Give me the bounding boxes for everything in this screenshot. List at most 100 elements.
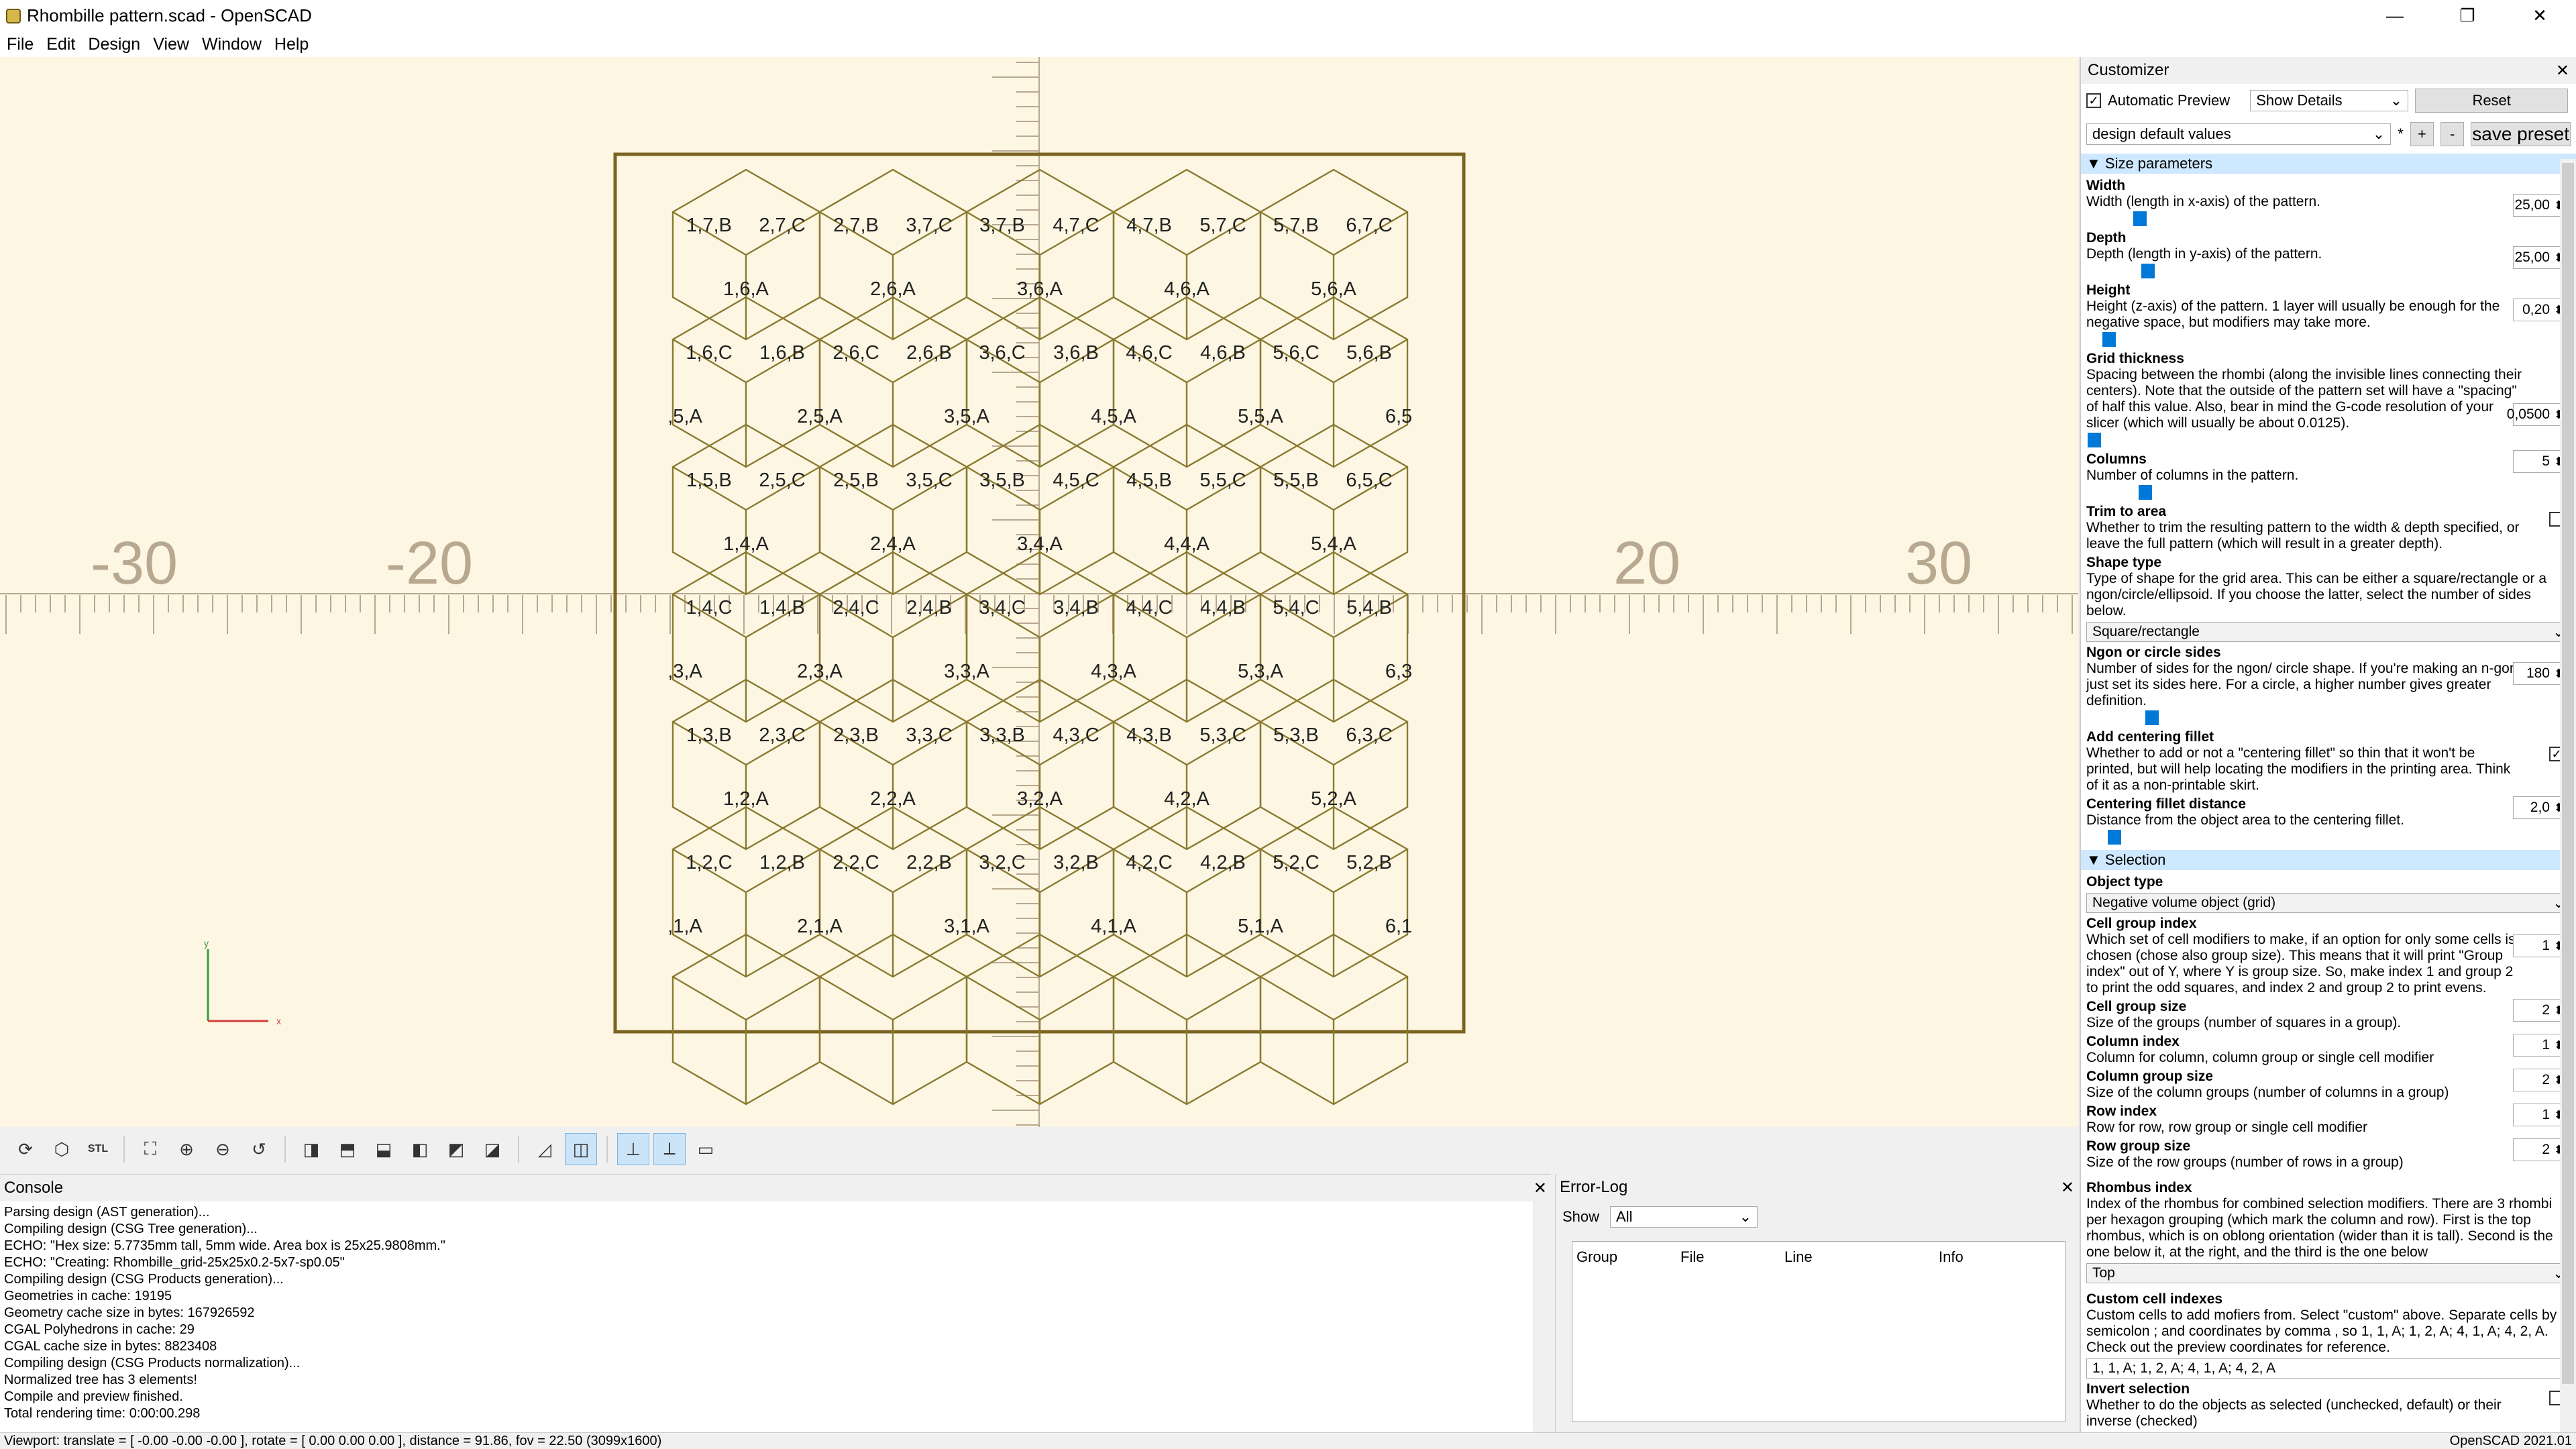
console-output[interactable]: Parsing design (AST generation)... Compil…	[0, 1201, 1533, 1432]
details-value: Show Details	[2256, 92, 2343, 109]
view-back-icon[interactable]: ◪	[476, 1133, 508, 1165]
show-edges-icon[interactable]: ▭	[690, 1133, 722, 1165]
menu-help[interactable]: Help	[270, 35, 317, 54]
custom-cells-input[interactable]: 1, 1, A; 1, 2, A; 4, 1, A; 4, 2, A	[2086, 1358, 2571, 1379]
menu-design[interactable]: Design	[84, 35, 149, 54]
menu-window[interactable]: Window	[198, 35, 270, 54]
rhombus-edge	[819, 975, 894, 1021]
console-scrollbar[interactable]	[1534, 1201, 1551, 1433]
rhombus-edge	[1260, 975, 1334, 1021]
fillet-distance-spinbox[interactable]: 2,0	[2513, 796, 2567, 819]
rhombus-edge	[672, 975, 747, 1021]
customizer-scrollbar[interactable]	[2560, 159, 2576, 1432]
cell-coordinate-label: 2,2,A	[870, 788, 916, 810]
view-all-icon[interactable]: ⛶	[134, 1133, 166, 1165]
grid-slider-handle[interactable]	[2088, 433, 2101, 447]
cell-group-size-spinbox[interactable]: 2	[2513, 999, 2567, 1022]
save-preset-button[interactable]: save preset	[2471, 122, 2571, 146]
depth-spinbox[interactable]: 25,00	[2513, 246, 2567, 269]
col-file[interactable]: File	[1680, 1248, 1784, 1266]
menu-view[interactable]: View	[149, 35, 198, 54]
cell-coordinate-label: 4,3,B	[1126, 724, 1172, 746]
cell-coordinate-label: 2,2,B	[906, 852, 952, 873]
add-preset-button[interactable]: +	[2410, 122, 2434, 146]
section-selection[interactable]: ▼ Selection	[2081, 850, 2576, 870]
details-select[interactable]: Show Details ⌄	[2250, 90, 2409, 111]
console-line: Total rendering time: 0:00:00.298	[4, 1406, 201, 1421]
grid-spinbox[interactable]: 0,0500	[2507, 403, 2567, 426]
menu-file[interactable]: File	[3, 35, 42, 54]
object-type-combobox[interactable]: Negative volume object (grid) ⌄	[2086, 893, 2571, 913]
remove-preset-button[interactable]: -	[2440, 122, 2465, 146]
console-line: Normalized tree has 3 elements!	[4, 1373, 197, 1387]
viewport-canvas[interactable]: -30 -20 20 30 1,7,B 2,7,C 2,7,B 3,7,C 3,7,B 4,7,…	[0, 57, 2078, 1127]
cell-coordinate-label: 5,3,B	[1273, 724, 1319, 746]
preset-select[interactable]: design default values ⌄	[2086, 123, 2392, 145]
zoom-in-icon[interactable]: ⊕	[170, 1133, 203, 1165]
maximize-button[interactable]: ❐	[2431, 0, 2504, 32]
rhombus-combobox[interactable]: Top ⌄	[2086, 1263, 2571, 1283]
cell-coordinate-label: 1,4,A	[723, 533, 769, 555]
auto-preview-checkbox[interactable]: ✓	[2086, 93, 2101, 108]
reset-button[interactable]: Reset	[2415, 89, 2569, 113]
zoom-out-icon[interactable]: ⊖	[207, 1133, 239, 1165]
openscad-app-icon	[6, 8, 21, 23]
param-height: Height Height (z-axis) of the pattern. 1…	[2081, 281, 2576, 350]
shape-combobox[interactable]: Square/rectangle ⌄	[2086, 622, 2571, 642]
view-front-icon[interactable]: ◩	[440, 1133, 472, 1165]
show-scale-icon[interactable]: ⟂	[653, 1133, 686, 1165]
console-line: Compiling design (CSG Products normaliza…	[4, 1356, 301, 1371]
export-stl-icon[interactable]: STL	[82, 1133, 114, 1165]
col-line[interactable]: Line	[1784, 1248, 1939, 1266]
close-button[interactable]: ✕	[2504, 0, 2576, 32]
view-top-icon[interactable]: ⬒	[331, 1133, 364, 1165]
depth-slider-handle[interactable]	[2141, 264, 2155, 278]
cell-coordinate-label: 3,6,B	[1053, 342, 1099, 364]
column-group-size-spinbox[interactable]: 2	[2513, 1069, 2567, 1091]
row-index-spinbox[interactable]: 1	[2513, 1104, 2567, 1126]
width-slider-handle[interactable]	[2133, 211, 2147, 226]
scrollbar-thumb[interactable]	[2562, 163, 2574, 1384]
close-icon[interactable]: ✕	[2556, 61, 2569, 80]
view-bottom-icon[interactable]: ⬓	[368, 1133, 400, 1165]
close-icon[interactable]: ✕	[2061, 1178, 2074, 1197]
console-panel: Console ✕ Parsing design (AST generation…	[0, 1174, 1551, 1433]
show-axes-icon[interactable]: ⊥	[617, 1133, 649, 1165]
param-name: Column index	[2086, 1034, 2180, 1049]
cell-coordinate-label: 4,2,A	[1164, 788, 1210, 810]
perspective-icon[interactable]: ◿	[529, 1133, 561, 1165]
columns-spinbox[interactable]: 5	[2513, 450, 2567, 473]
view-right-icon[interactable]: ◨	[295, 1133, 327, 1165]
view-toolbar: ⟳ ⬡ STL ⛶ ⊕ ⊖ ↺ ◨ ⬒ ⬓ ◧ ◩ ◪ ◿ ◫ ⊥ ⟂ ▭	[0, 1127, 2078, 1171]
view-left-icon[interactable]: ◧	[404, 1133, 436, 1165]
section-size-parameters[interactable]: ▼ Size parameters	[2081, 154, 2576, 174]
columns-slider-handle[interactable]	[2139, 485, 2152, 500]
cell-coordinate-label: 1,2,C	[686, 852, 732, 873]
orthogonal-icon[interactable]: ◫	[565, 1133, 597, 1165]
cell-coordinate-label: 4,6,A	[1164, 278, 1210, 300]
col-info[interactable]: Info	[1939, 1248, 1964, 1266]
render-icon[interactable]: ⬡	[46, 1133, 78, 1165]
fillet-slider-handle[interactable]	[2108, 830, 2121, 845]
param-name: Cell group index	[2086, 916, 2197, 931]
reset-view-icon[interactable]: ↺	[243, 1133, 275, 1165]
ngon-slider-handle[interactable]	[2145, 710, 2159, 725]
cell-coordinate-label: 1,4,B	[759, 597, 805, 619]
preview-icon[interactable]: ⟳	[9, 1133, 42, 1165]
ngon-spinbox[interactable]: 180	[2513, 662, 2567, 685]
close-icon[interactable]: ✕	[1534, 1179, 1547, 1198]
column-index-spinbox[interactable]: 1	[2513, 1034, 2567, 1057]
height-spinbox[interactable]: 0,20	[2513, 299, 2567, 321]
minimize-button[interactable]: —	[2359, 0, 2431, 32]
cell-group-index-spinbox[interactable]: 1	[2513, 934, 2567, 957]
height-slider-handle[interactable]	[2102, 332, 2116, 347]
col-group[interactable]: Group	[1576, 1248, 1680, 1266]
menu-edit[interactable]: Edit	[42, 35, 84, 54]
width-spinbox[interactable]: 25,00	[2513, 194, 2567, 217]
param-desc: Size of the column groups (number of col…	[2086, 1085, 2449, 1100]
3d-viewport[interactable]: -30 -20 20 30 1,7,B 2,7,C 2,7,B 3,7,C 3,7,B 4,7,…	[0, 57, 2078, 1127]
cell-coordinate-label: 1,6,A	[723, 278, 769, 300]
row-group-size-spinbox[interactable]: 2	[2513, 1138, 2567, 1161]
shape-value: Square/rectangle	[2092, 624, 2200, 639]
show-filter-select[interactable]: All ⌄	[1610, 1206, 1758, 1228]
